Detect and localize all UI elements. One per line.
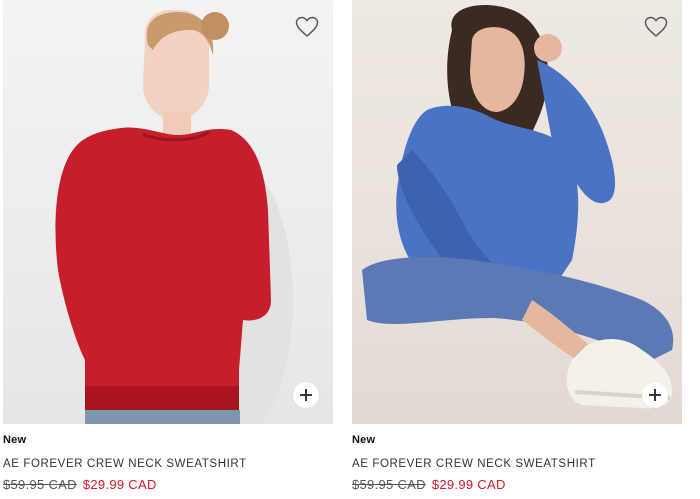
product-info: New AE FOREVER CREW NECK SWEATSHIRT $59.… (352, 424, 682, 492)
product-title[interactable]: AE FOREVER CREW NECK SWEATSHIRT (3, 458, 333, 470)
new-badge: New (352, 434, 376, 446)
model-blue-sweatshirt-image (362, 5, 674, 409)
new-badge: New (3, 434, 27, 446)
price-row: $59.95 CAD $29.99 CAD (352, 477, 682, 492)
heart-outline-icon[interactable] (644, 16, 668, 38)
product-info: New AE FOREVER CREW NECK SWEATSHIRT $59.… (3, 424, 333, 492)
product-card[interactable]: New AE FOREVER CREW NECK SWEATSHIRT $59.… (352, 0, 682, 492)
model-red-sweatshirt-image (55, 10, 293, 424)
product-image[interactable] (352, 0, 682, 424)
price-row: $59.95 CAD $29.99 CAD (3, 477, 333, 492)
product-grid: New AE FOREVER CREW NECK SWEATSHIRT $59.… (0, 0, 700, 499)
original-price: $59.95 CAD (3, 477, 77, 492)
sale-price: $29.99 CAD (431, 477, 506, 492)
product-image[interactable] (3, 0, 333, 424)
heart-outline-icon[interactable] (295, 16, 319, 38)
plus-icon[interactable] (642, 382, 668, 408)
sale-price: $29.99 CAD (82, 477, 157, 492)
product-title[interactable]: AE FOREVER CREW NECK SWEATSHIRT (352, 458, 682, 470)
product-card[interactable]: New AE FOREVER CREW NECK SWEATSHIRT $59.… (3, 0, 333, 492)
plus-icon[interactable] (293, 382, 319, 408)
original-price: $59.95 CAD (352, 477, 426, 492)
